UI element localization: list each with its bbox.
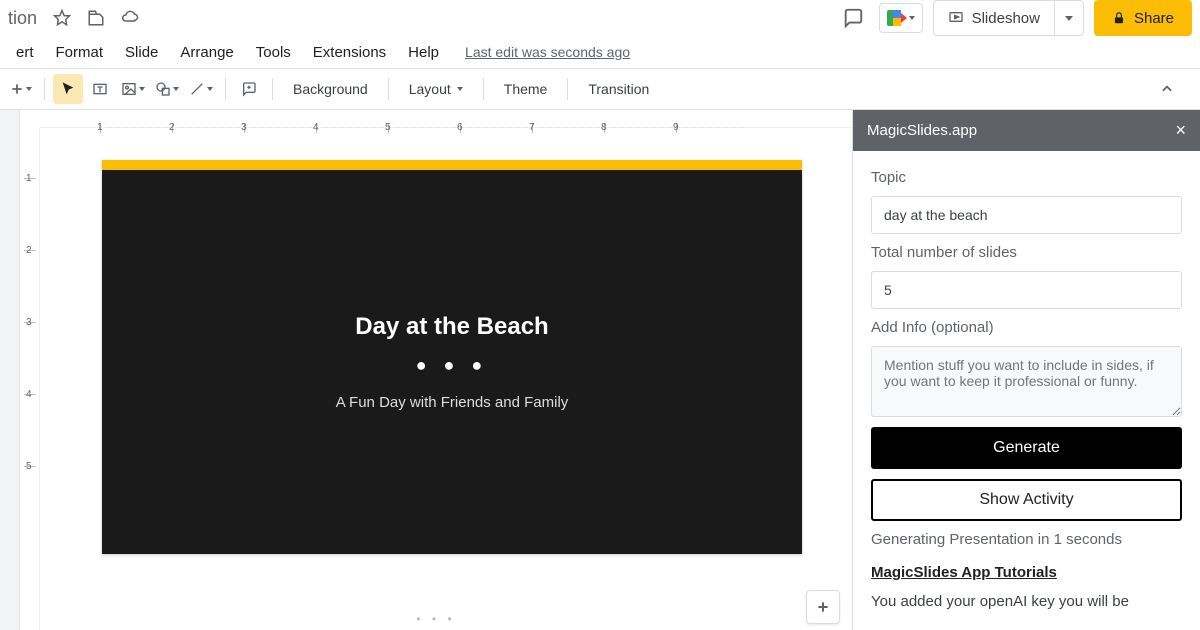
slideshow-caret[interactable]: [1055, 1, 1083, 35]
share-button[interactable]: Share: [1094, 0, 1192, 36]
menu-help[interactable]: Help: [398, 40, 449, 65]
current-slide[interactable]: Day at the Beach ● ● ● A Fun Day with Fr…: [102, 160, 802, 554]
slide-canvas[interactable]: 1 2 3 4 5 6 7 8 9 1 2 3 4 5 Day at the B…: [20, 110, 852, 630]
select-tool[interactable]: [53, 74, 83, 104]
generation-status: Generating Presentation in 1 seconds: [871, 531, 1182, 548]
textbox-tool[interactable]: [85, 74, 115, 104]
lock-icon: [1112, 11, 1126, 25]
chevron-down-icon: [909, 16, 915, 20]
theme-button[interactable]: Theme: [492, 74, 560, 104]
topic-label: Topic: [871, 169, 1182, 186]
line-tool[interactable]: [185, 74, 217, 104]
doc-title-fragment[interactable]: tion: [8, 8, 45, 29]
comment-tool[interactable]: [234, 74, 264, 104]
chevron-down-icon: [26, 87, 32, 91]
new-slide-button[interactable]: [6, 74, 36, 104]
addinfo-textarea[interactable]: [871, 346, 1182, 417]
image-tool[interactable]: [117, 74, 149, 104]
menu-extensions[interactable]: Extensions: [303, 40, 396, 65]
sidebar-title: MagicSlides.app: [867, 122, 977, 139]
show-activity-button[interactable]: Show Activity: [871, 479, 1182, 521]
speaker-notes-handle[interactable]: • • •: [416, 612, 455, 626]
menu-format[interactable]: Format: [46, 40, 114, 65]
close-icon[interactable]: ×: [1175, 120, 1186, 141]
slide-title[interactable]: Day at the Beach: [355, 313, 548, 341]
transition-button[interactable]: Transition: [576, 74, 661, 104]
slideshow-button[interactable]: Slideshow: [933, 0, 1084, 36]
openai-key-note: You added your openAI key you will be: [871, 591, 1182, 612]
slide-subtitle[interactable]: A Fun Day with Friends and Family: [336, 394, 569, 411]
meet-icon: [887, 10, 907, 26]
slides-count-label: Total number of slides: [871, 244, 1182, 261]
comment-history-icon[interactable]: [835, 0, 871, 36]
present-icon: [948, 10, 964, 26]
shape-tool[interactable]: [151, 74, 183, 104]
slideshow-label: Slideshow: [972, 10, 1040, 27]
chevron-down-icon: [1065, 16, 1073, 21]
explore-button[interactable]: [806, 590, 840, 624]
menu-arrange[interactable]: Arrange: [170, 40, 243, 65]
layout-label: Layout: [409, 81, 451, 97]
star-icon[interactable]: [51, 7, 73, 29]
addinfo-label: Add Info (optional): [871, 319, 1182, 336]
vertical-ruler: 1 2 3 4 5: [20, 128, 40, 630]
last-edit-link[interactable]: Last edit was seconds ago: [465, 44, 630, 60]
generate-button[interactable]: Generate: [871, 427, 1182, 469]
layout-button[interactable]: Layout: [397, 74, 475, 104]
cloud-status-icon[interactable]: [119, 7, 141, 29]
chevron-down-icon: [457, 87, 463, 91]
meet-button[interactable]: [879, 3, 923, 33]
move-icon[interactable]: [85, 7, 107, 29]
slide-accent-bar: [102, 160, 802, 170]
addon-sidebar: MagicSlides.app × Topic Total number of …: [852, 110, 1200, 630]
menu-insert[interactable]: ert: [6, 40, 44, 65]
horizontal-ruler: 1 2 3 4 5 6 7 8 9: [40, 110, 852, 128]
filmstrip-collapsed[interactable]: [0, 110, 20, 630]
slide-divider-dots: ● ● ●: [416, 355, 489, 376]
menu-slide[interactable]: Slide: [115, 40, 168, 65]
tutorials-link[interactable]: MagicSlides App Tutorials: [871, 564, 1182, 581]
topic-input[interactable]: [871, 196, 1182, 234]
slides-count-input[interactable]: [871, 271, 1182, 309]
chevron-down-icon: [207, 87, 213, 91]
background-button[interactable]: Background: [281, 74, 380, 104]
collapse-toolbar-button[interactable]: [1152, 74, 1182, 104]
chevron-down-icon: [139, 87, 145, 91]
share-label: Share: [1134, 10, 1174, 27]
chevron-down-icon: [173, 87, 179, 91]
menu-tools[interactable]: Tools: [246, 40, 301, 65]
